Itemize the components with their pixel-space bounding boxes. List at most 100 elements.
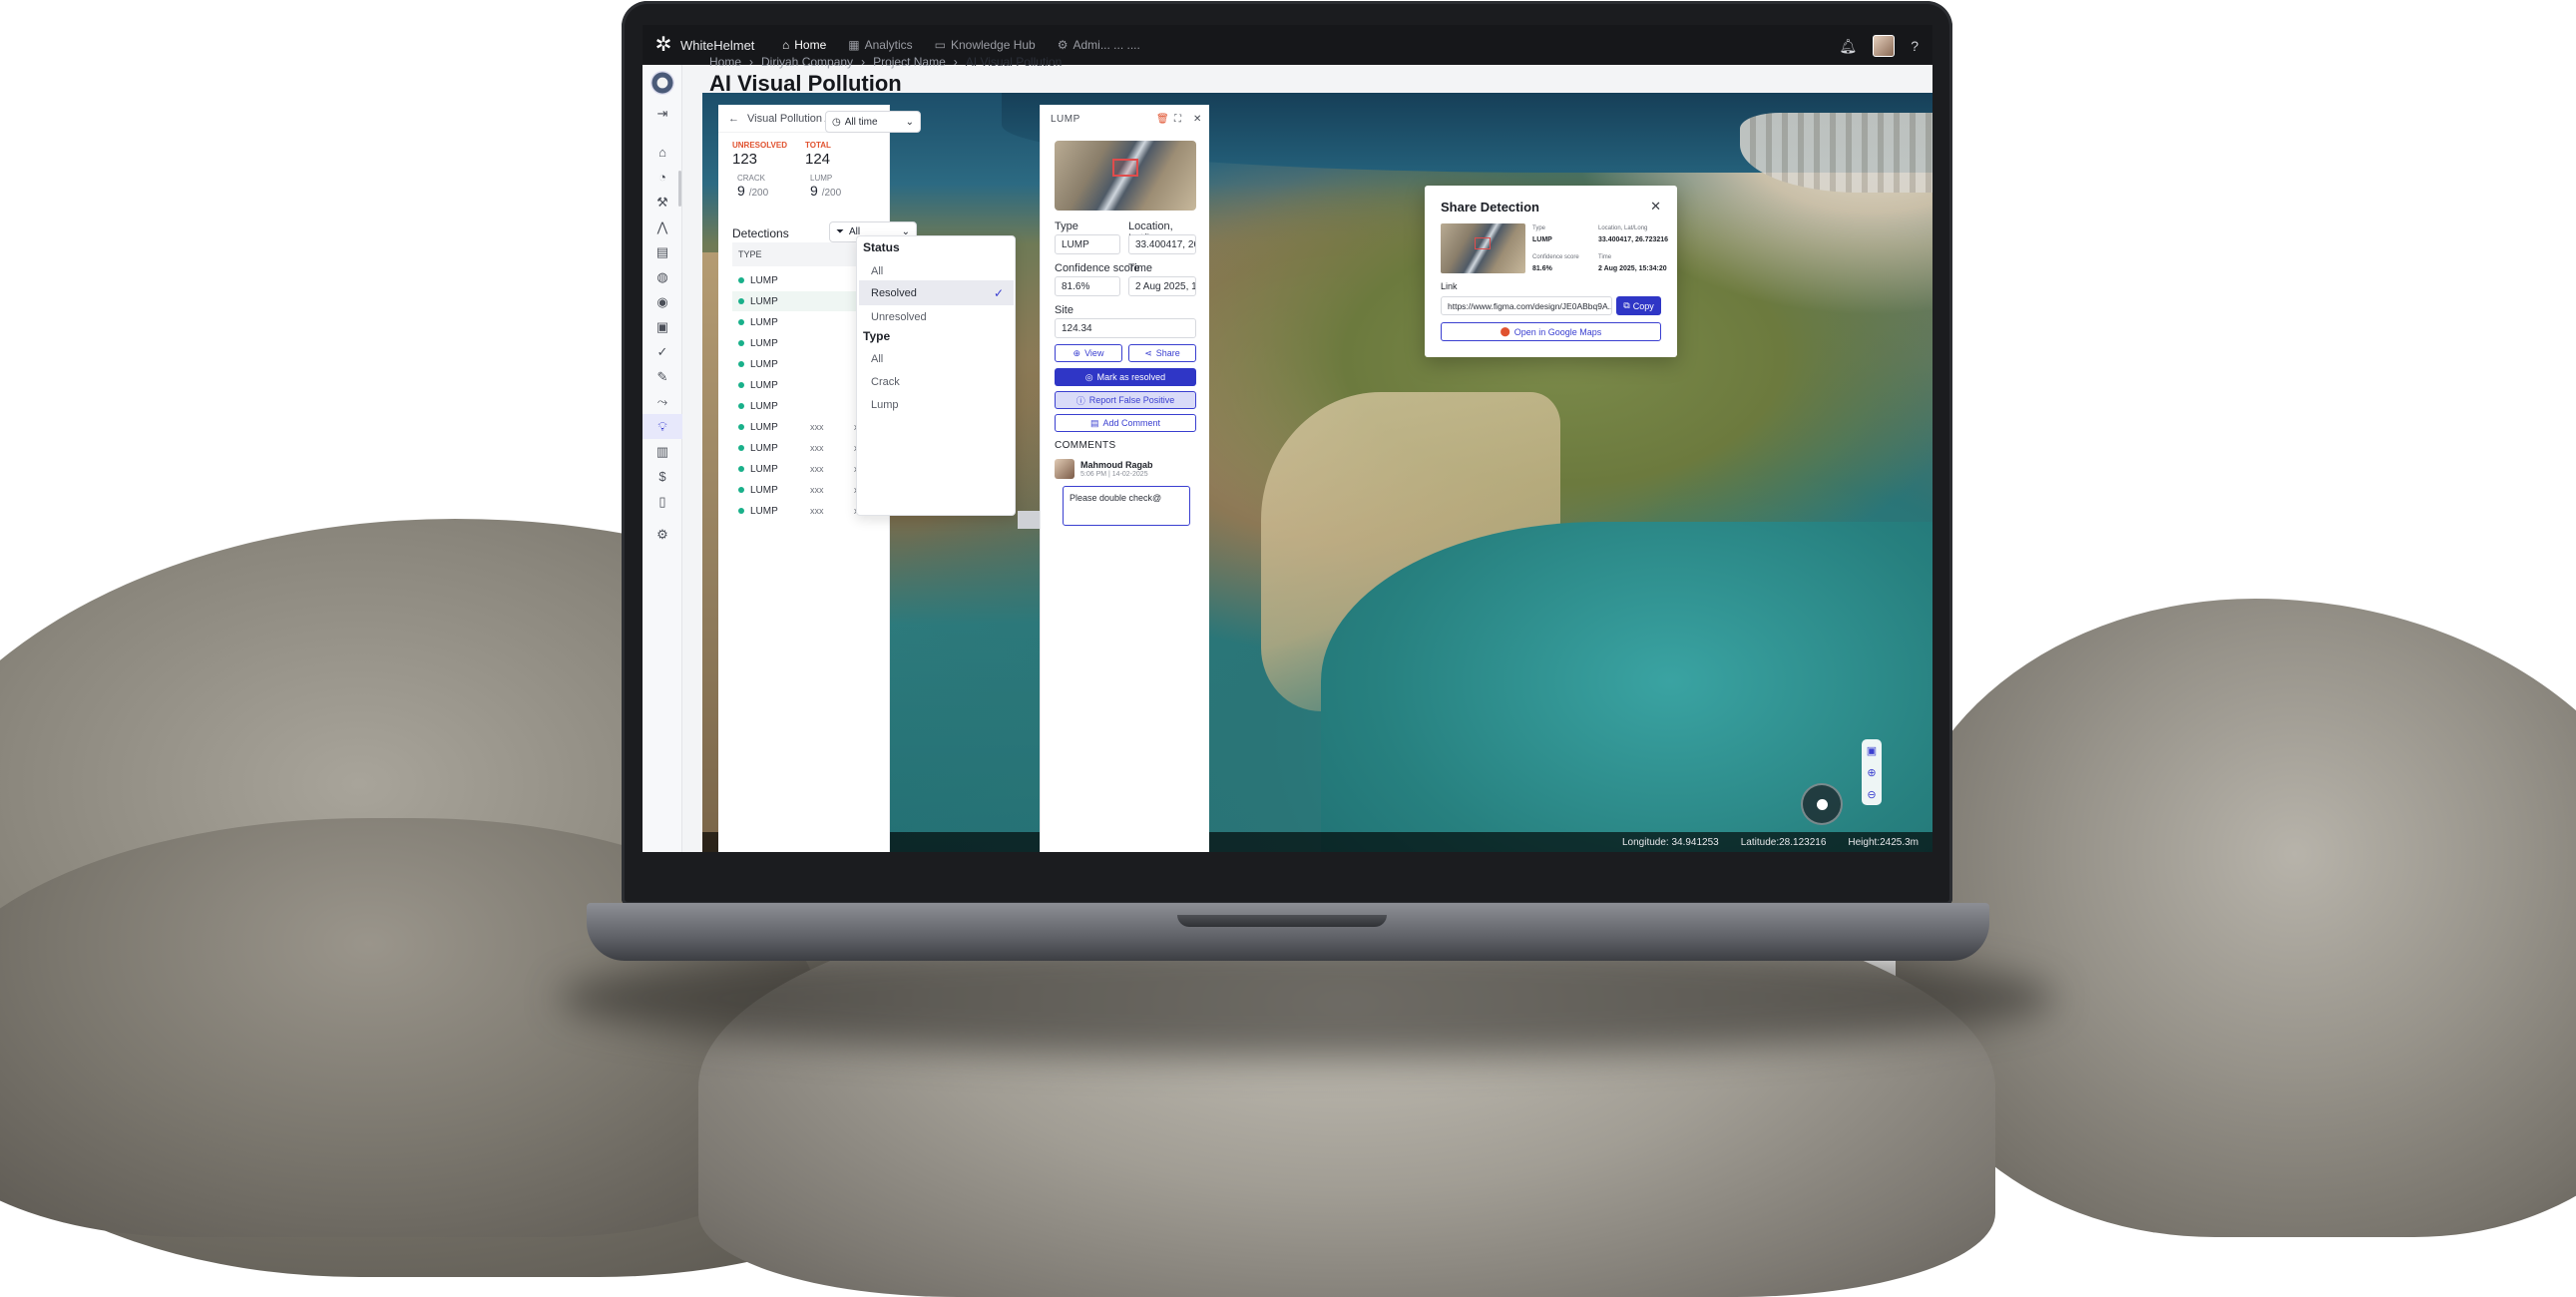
share-button[interactable]: ⋖ Share [1128, 344, 1196, 362]
breadcrumb-project[interactable]: Project Name [873, 55, 946, 69]
nav-analytics[interactable]: ▦ Analytics [848, 38, 912, 52]
copy-button-label: Copy [1632, 300, 1654, 311]
compass-icon[interactable] [1801, 783, 1843, 825]
rail-file-icon[interactable]: ▯ [643, 489, 682, 514]
row-cell: xxx [810, 485, 824, 495]
time-field[interactable]: 2 Aug 2025, 1... [1128, 276, 1196, 296]
link-field[interactable]: https://www.figma.com/design/JE0ABbq9A..… [1441, 296, 1612, 315]
rail-scrollbar[interactable] [678, 171, 681, 207]
crack-count: 9 /200 [737, 183, 768, 199]
row-type: LUMP [750, 337, 778, 349]
rail-settings-icon[interactable]: ⚙ [643, 522, 682, 547]
share-detection-image [1441, 223, 1525, 273]
rail-dollar-icon[interactable]: $ [643, 464, 682, 489]
mark-resolved-label: Mark as resolved [1096, 372, 1166, 382]
breadcrumb-company[interactable]: Diriyah Company [761, 55, 853, 69]
share-confidence-value: 81.6% [1532, 265, 1552, 272]
type-option-all[interactable]: All [859, 346, 1014, 371]
add-comment-button[interactable]: ▤ Add Comment [1055, 414, 1196, 432]
nav-knowledge-label: Knowledge Hub [950, 38, 1036, 52]
row-cell: xxx [810, 506, 824, 516]
row-type: LUMP [750, 442, 778, 454]
back-arrow-icon[interactable]: ← [728, 113, 739, 125]
report-false-positive-button[interactable]: ⓘ Report False Positive [1055, 391, 1196, 409]
rail-card-icon[interactable]: ▤ [643, 239, 682, 264]
row-type: LUMP [750, 421, 778, 433]
map-toolbar: ▣ ⊕ ⊖ [1862, 739, 1882, 805]
bell-icon[interactable]: 🔔︎ [1839, 38, 1857, 55]
rail-check-icon[interactable]: ✓ [643, 339, 682, 364]
rail-ai-icon[interactable]: 💡︎ [643, 414, 682, 439]
rail-pen-icon[interactable]: ✎ [643, 364, 682, 389]
app-screen: ✲ WhiteHelmet ⌂ Home ▦ Analytics ▭ Knowledg… [643, 25, 1932, 852]
rail-home-icon[interactable]: ⌂ [643, 140, 682, 165]
breadcrumb: Home › Diriyah Company › Project Name › AI … [709, 55, 1062, 69]
site-field[interactable]: 124.34 [1055, 318, 1196, 338]
open-google-maps-button[interactable]: ⬤ Open in Google Maps [1441, 322, 1661, 341]
rail-network-icon[interactable]: ⋀ [643, 215, 682, 239]
rail-building-icon[interactable]: ▥ [643, 439, 682, 464]
status-dot [738, 298, 744, 304]
nav-home[interactable]: ⌂ Home [782, 38, 826, 52]
rail-chart-icon[interactable]: ◔ [643, 165, 682, 190]
close-icon[interactable]: ✕ [1193, 114, 1202, 125]
zoom-in-icon[interactable]: ⊕ [1867, 766, 1876, 779]
user-avatar[interactable] [1873, 35, 1896, 57]
status-dot [738, 508, 744, 514]
lump-max: /200 [821, 188, 842, 199]
comment-input[interactable]: Please double check@ [1063, 486, 1190, 526]
share-type-value: LUMP [1532, 236, 1552, 243]
chevron-right-icon: › [749, 55, 754, 69]
copy-icon: ⧉ [1623, 300, 1630, 310]
status-option-resolved[interactable]: Resolved ✓ [859, 280, 1014, 305]
column-type[interactable]: TYPE [738, 249, 762, 259]
zoom-out-icon[interactable]: ⊖ [1867, 788, 1876, 801]
detection-image[interactable] [1055, 141, 1196, 211]
main-nav: ⌂ Home ▦ Analytics ▭ Knowledge Hub ⚙ Admi...… [782, 38, 1140, 52]
layers-icon[interactable]: ▣ [1867, 744, 1877, 757]
breadcrumb-home[interactable]: Home [709, 55, 741, 69]
rail-tool-icon[interactable]: ⚒ [643, 190, 682, 215]
chevron-down-icon: ⌄ [905, 116, 914, 128]
panel-scrollbar[interactable] [1018, 511, 1040, 529]
mark-resolved-button[interactable]: ◎ Mark as resolved [1055, 368, 1196, 386]
rock-right [1896, 599, 2576, 1237]
add-comment-label: Add Comment [1102, 418, 1161, 428]
app-name: WhiteHelmet [680, 37, 755, 53]
close-icon[interactable]: ✕ [1650, 199, 1661, 215]
confidence-field[interactable]: 81.6% [1055, 276, 1120, 296]
share-time-value: 2 Aug 2025, 15:34:20 [1598, 265, 1667, 272]
type-field[interactable]: LUMP [1055, 234, 1120, 254]
rail-globe-icon[interactable]: ◍ [643, 264, 682, 289]
location-field[interactable]: 33.400417, 26... [1128, 234, 1196, 254]
type-option-lump[interactable]: Lump [859, 392, 1014, 417]
comments-title: COMMENTS [1055, 440, 1116, 451]
status-dot [738, 361, 744, 367]
compass-needle [1816, 798, 1828, 810]
nav-knowledge-hub[interactable]: ▭ Knowledge Hub [935, 38, 1036, 52]
nav-admin-label: Admi... ... .... [1073, 38, 1140, 52]
rail-signal-icon[interactable]: ◉ [643, 289, 682, 314]
status-option-unresolved[interactable]: Unresolved [859, 304, 1014, 329]
help-icon[interactable]: ? [1911, 38, 1919, 54]
detection-details-panel: LUMP 🗑︎ ⛶ ✕ Type LUMP Location, Lat/Long… [1040, 105, 1209, 852]
rail-route-icon[interactable]: ⤳ [643, 389, 682, 414]
laptop-base [587, 903, 1989, 961]
view-button[interactable]: ⊕ View [1055, 344, 1122, 362]
status-dot [738, 382, 744, 388]
expand-icon[interactable]: ⛶ [1174, 114, 1182, 125]
comment-time: 5:06 PM | 14-02-2025 [1080, 471, 1148, 478]
copy-button[interactable]: ⧉ Copy [1616, 296, 1661, 315]
lump-label: LUMP [810, 174, 833, 183]
trash-icon[interactable]: 🗑︎ [1156, 114, 1169, 125]
rail-ticket-icon[interactable]: ▣ [643, 314, 682, 339]
nav-admin[interactable]: ⚙ Admi... ... .... [1058, 38, 1140, 52]
org-logo[interactable] [649, 71, 674, 95]
nav-home-label: Home [794, 38, 827, 52]
latitude-readout: Latitude:28.123216 [1740, 836, 1827, 848]
row-type: LUMP [750, 316, 778, 328]
type-option-crack[interactable]: Crack [859, 369, 1014, 394]
chevron-right-icon: › [953, 55, 958, 69]
collapse-sidebar-icon[interactable]: ⇥ [643, 101, 682, 126]
time-filter-select[interactable]: ◷ All time ⌄ [825, 111, 921, 133]
